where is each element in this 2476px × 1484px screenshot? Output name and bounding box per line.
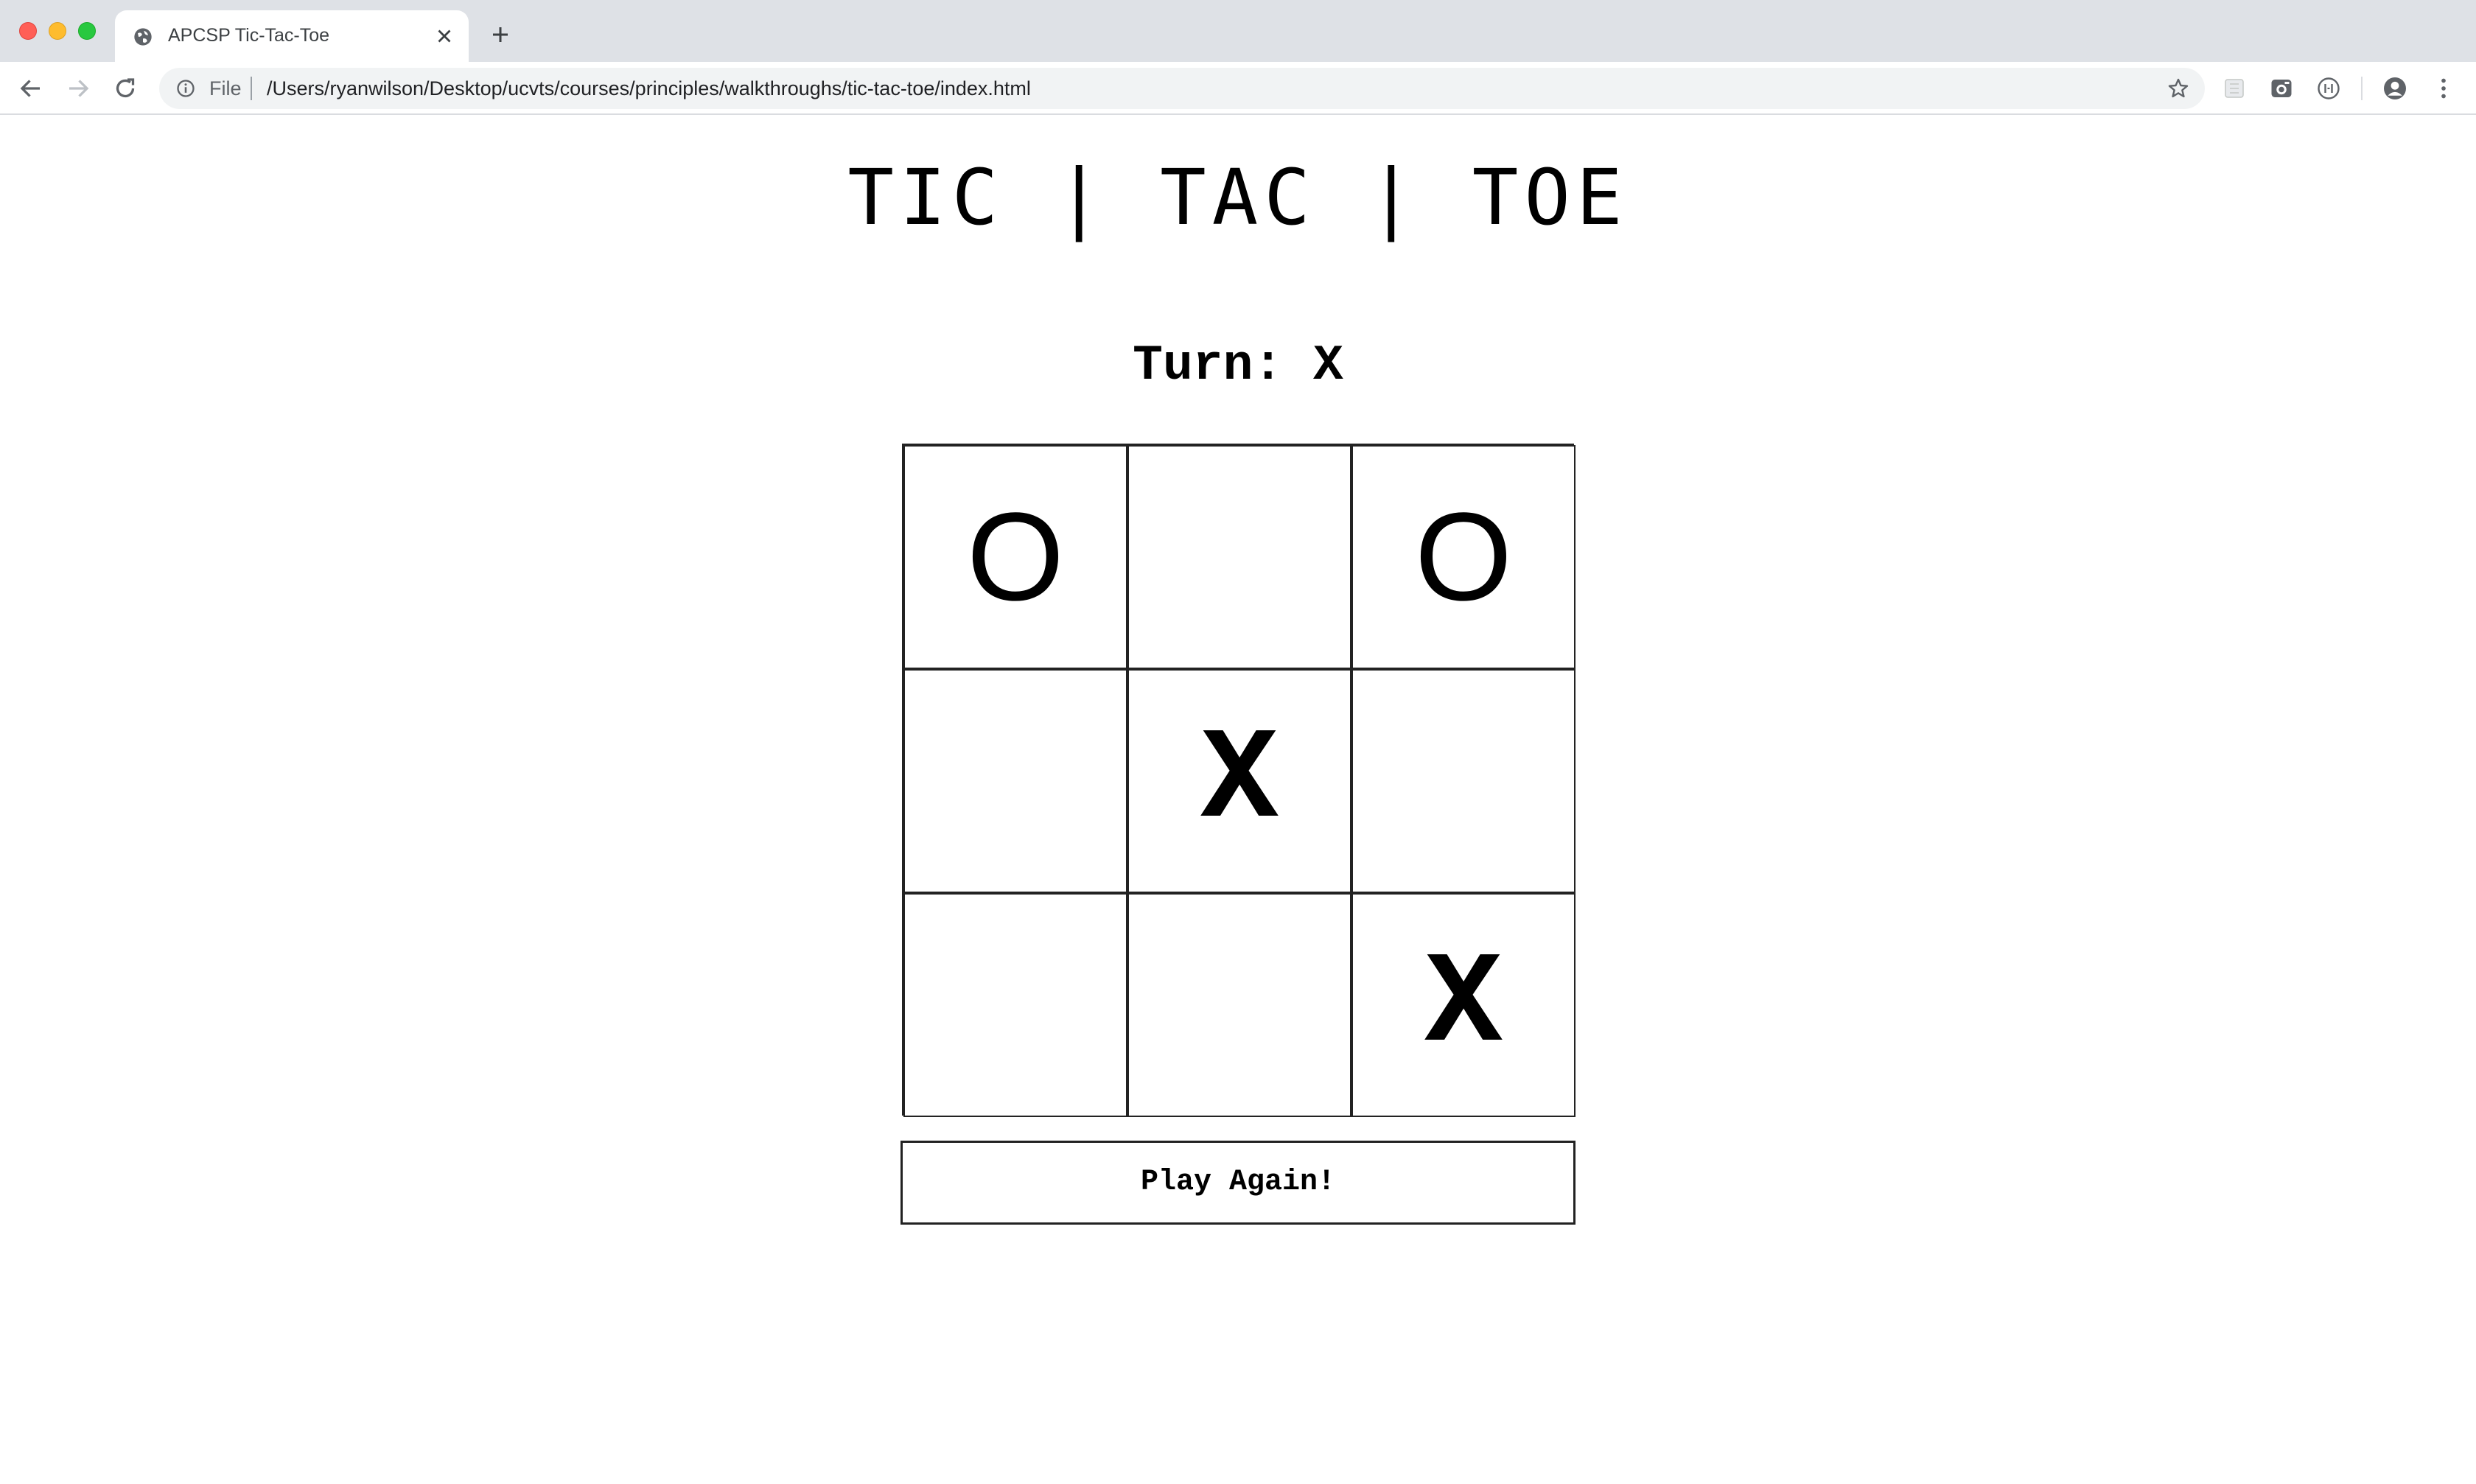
board-cell-3-3[interactable]: X: [1351, 893, 1576, 1117]
extension-grid-icon[interactable]: [2221, 75, 2248, 102]
menu-dots-icon[interactable]: [2430, 75, 2457, 102]
browser-toolbar: File /Users/ryanwilson/Desktop/ucvts/cou…: [0, 62, 2476, 115]
board-cell-3-1[interactable]: [903, 893, 1127, 1117]
board-cell-2-1[interactable]: [903, 669, 1127, 893]
reload-icon[interactable]: [112, 75, 139, 102]
page-content: TIC | TAC | TOE Turn: X O O X X Play Aga…: [0, 116, 2476, 1484]
globe-icon: [134, 28, 152, 46]
game-board: O O X X: [902, 444, 1576, 1117]
plus-icon[interactable]: [489, 24, 511, 46]
board-cell-1-1[interactable]: O: [903, 445, 1127, 669]
play-again-button[interactable]: Play Again!: [900, 1141, 1576, 1225]
close-tab-icon[interactable]: [433, 25, 455, 47]
browser-tab[interactable]: APCSP Tic-Tac-Toe: [115, 10, 469, 62]
bookmark-star-icon[interactable]: [2166, 77, 2190, 100]
url-text[interactable]: /Users/ryanwilson/Desktop/ucvts/courses/…: [267, 77, 1031, 100]
extension-camera-icon[interactable]: [2268, 75, 2295, 102]
profile-avatar-icon[interactable]: [2382, 75, 2408, 102]
minimize-window-button[interactable]: [49, 22, 66, 40]
back-arrow-icon[interactable]: [18, 75, 44, 102]
turn-label: Turn:: [1133, 337, 1314, 394]
turn-indicator: Turn: X: [0, 337, 2476, 394]
address-bar[interactable]: File /Users/ryanwilson/Desktop/ucvts/cou…: [159, 68, 2205, 109]
board-cell-3-2[interactable]: [1127, 893, 1351, 1117]
browser-titlebar: APCSP Tic-Tac-Toe: [0, 0, 2476, 62]
board-cell-1-3[interactable]: O: [1351, 445, 1576, 669]
file-scheme-label: File: [209, 77, 242, 99]
board-cell-1-2[interactable]: [1127, 445, 1351, 669]
info-icon[interactable]: [175, 78, 196, 99]
board-cell-2-3[interactable]: [1351, 669, 1576, 893]
tab-title: APCSP Tic-Tac-Toe: [168, 25, 330, 46]
board-cell-2-2[interactable]: X: [1127, 669, 1351, 893]
page-title: TIC | TAC | TOE: [847, 153, 1629, 242]
address-separator: [251, 77, 252, 100]
extension-reader-icon[interactable]: [2315, 75, 2342, 102]
toolbar-divider: [2361, 77, 2363, 100]
forward-arrow-icon[interactable]: [65, 75, 91, 102]
maximize-window-button[interactable]: [78, 22, 96, 40]
turn-value: X: [1313, 337, 1343, 394]
close-window-button[interactable]: [19, 22, 37, 40]
